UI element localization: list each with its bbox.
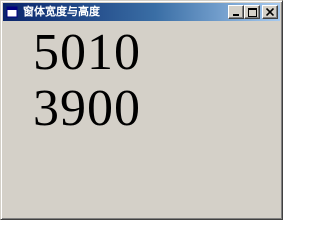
app-window: 窗体宽度与高度 5010 3900: [0, 0, 283, 220]
title-bar[interactable]: 窗体宽度与高度: [3, 3, 280, 21]
height-value-text: 3900: [33, 80, 141, 137]
width-value-text: 5010: [33, 24, 141, 81]
title-buttons: [228, 5, 278, 19]
minimize-icon: [233, 14, 239, 16]
app-window-icon[interactable]: [5, 5, 19, 19]
close-button[interactable]: [262, 5, 278, 19]
window-title: 窗体宽度与高度: [23, 5, 100, 18]
maximize-icon: [247, 7, 257, 17]
minimize-button[interactable]: [228, 5, 244, 19]
close-icon: [266, 8, 274, 16]
maximize-button[interactable]: [244, 5, 260, 19]
client-area: 5010 3900: [3, 21, 280, 217]
